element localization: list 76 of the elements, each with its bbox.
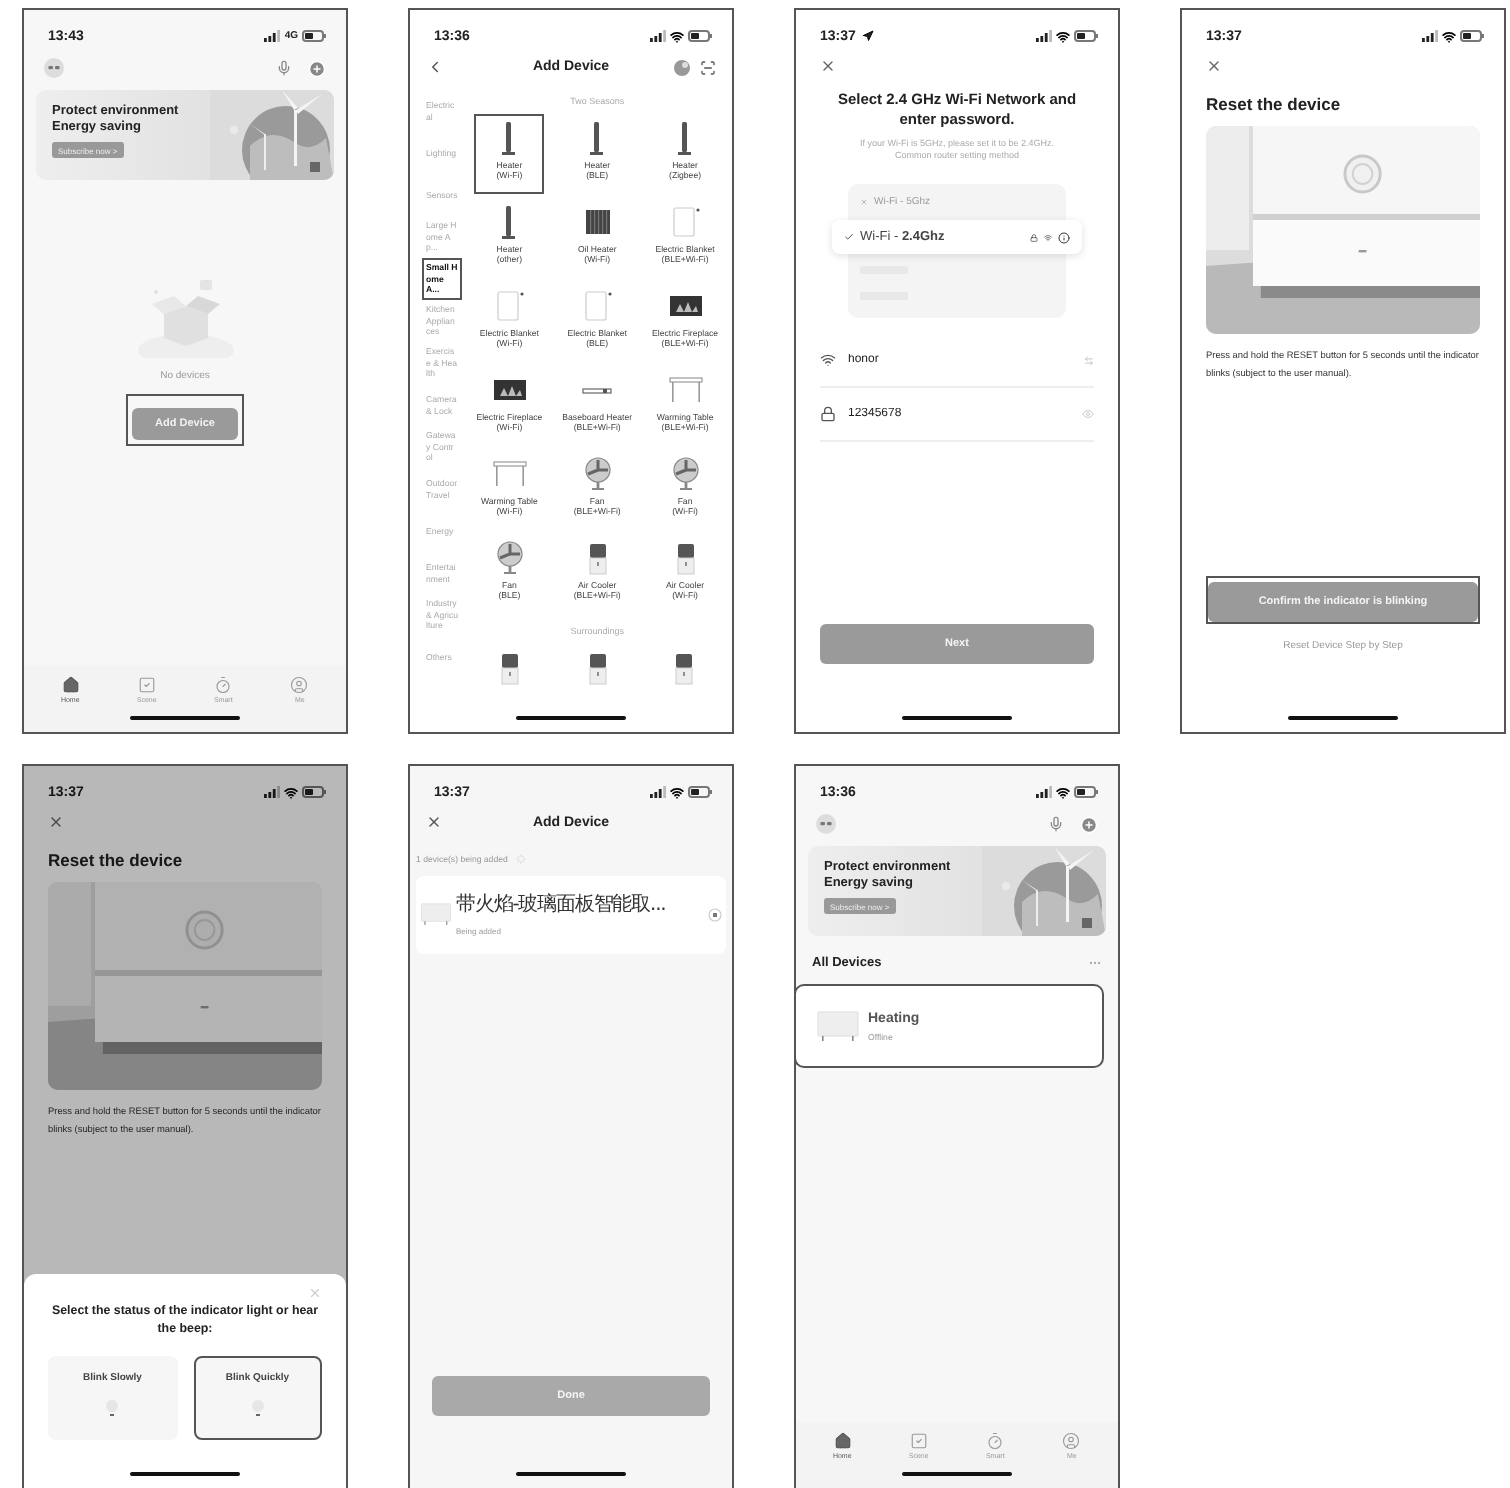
scan-icon[interactable] — [700, 59, 716, 75]
close-icon[interactable] — [48, 814, 64, 830]
fan-icon — [667, 456, 704, 492]
signal-icon — [264, 30, 281, 42]
wifi-icon — [1442, 29, 1456, 43]
fan-icon — [579, 456, 616, 492]
wifi-icon — [670, 785, 684, 799]
signal-icon — [1036, 786, 1052, 798]
close-icon[interactable] — [820, 58, 836, 74]
info-icon[interactable] — [1058, 231, 1070, 243]
add-icon[interactable] — [308, 59, 326, 77]
baseboard-heater-icon — [582, 387, 613, 393]
signal-icon — [264, 786, 280, 798]
wifi-icon — [1056, 785, 1070, 799]
fan-icon — [491, 540, 528, 576]
battery-icon — [1074, 30, 1098, 42]
home-indicator — [516, 715, 626, 720]
home-icon — [61, 675, 80, 693]
screen-title: Reset the device — [1206, 94, 1343, 114]
tower-heater-icon — [502, 121, 517, 155]
battery-icon — [688, 786, 712, 798]
add-icon[interactable] — [1080, 815, 1098, 833]
signal-icon — [650, 30, 666, 42]
wifi-icon — [1056, 29, 1070, 43]
signal-icon — [1036, 30, 1052, 42]
home-indicator — [1288, 715, 1398, 720]
lock-icon — [1030, 233, 1038, 241]
timer-icon — [986, 1431, 1005, 1449]
checkbox-icon — [909, 1431, 928, 1449]
blanket-icon — [667, 204, 704, 240]
warming-table-icon — [667, 372, 704, 408]
home-icon — [833, 1431, 852, 1449]
indicator-light-icon — [251, 1399, 264, 1415]
checkbox-icon — [137, 675, 156, 693]
microphone-icon[interactable] — [276, 60, 292, 76]
wifi-icon — [1044, 233, 1052, 241]
close-icon[interactable] — [1206, 58, 1222, 74]
battery-icon — [688, 30, 712, 42]
home-indicator — [130, 1471, 240, 1476]
home-indicator — [902, 1471, 1012, 1476]
blanket-icon — [579, 288, 616, 324]
wifi-icon — [670, 29, 684, 43]
microphone-icon[interactable] — [1048, 816, 1064, 832]
open-box-drawing — [135, 278, 235, 359]
panel-heater-icon — [420, 902, 452, 927]
device-name: 带火焰-玻璃面板智能取... — [456, 894, 668, 919]
blanket-icon — [491, 288, 528, 324]
tower-heater-icon — [678, 121, 693, 155]
signal-icon — [1422, 30, 1438, 42]
lock-icon — [820, 406, 836, 422]
close-icon[interactable] — [426, 814, 442, 830]
back-icon[interactable] — [426, 58, 444, 76]
battery-icon — [1074, 786, 1098, 798]
screen-title: Reset the device — [48, 850, 185, 870]
panel-heater-icon — [816, 1010, 860, 1042]
check-icon — [844, 232, 854, 242]
avatar-icon[interactable] — [816, 814, 836, 834]
wifi-icon — [820, 352, 836, 368]
warming-table-icon — [491, 456, 528, 492]
home-indicator — [130, 715, 240, 720]
radio-icon — [708, 907, 722, 922]
battery-icon — [1460, 30, 1484, 42]
wifi-icon — [284, 785, 298, 799]
timer-icon — [214, 675, 233, 693]
tower-heater-icon — [590, 121, 605, 155]
home-indicator — [902, 715, 1012, 720]
signal-icon — [650, 786, 666, 798]
switch-network-icon[interactable] — [1084, 355, 1094, 365]
avatar-icon[interactable] — [44, 58, 64, 78]
user-icon — [290, 675, 309, 693]
user-icon — [1062, 1431, 1081, 1449]
battery-icon — [302, 786, 326, 798]
indicator-light-icon — [106, 1399, 119, 1415]
tower-heater-icon — [502, 205, 517, 239]
home-indicator — [516, 1471, 626, 1476]
battery-icon — [302, 30, 326, 42]
